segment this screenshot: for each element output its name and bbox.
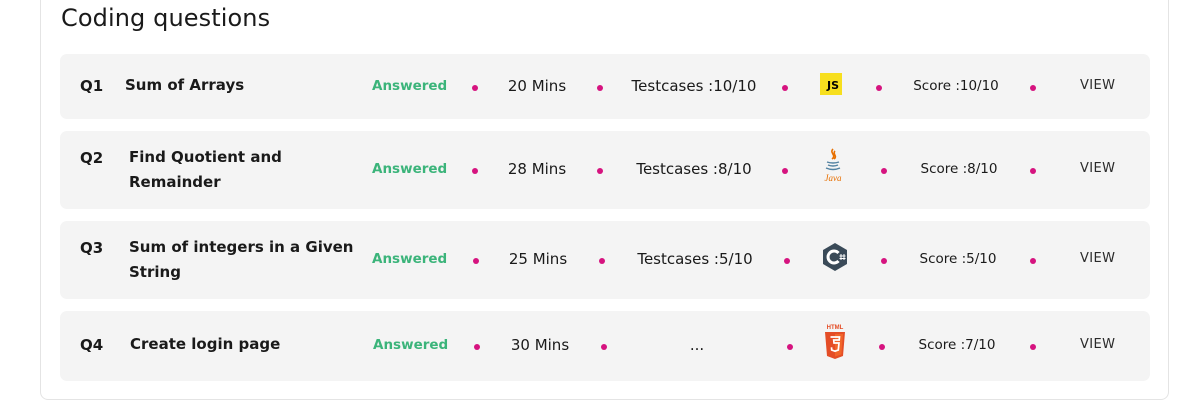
status-badge: Answered (372, 161, 448, 177)
separator-dot (1030, 258, 1036, 264)
java-wordmark: Java (825, 173, 842, 183)
separator-dot (472, 168, 478, 174)
question-row: Q4 Create login page Answered 30 Mins ..… (60, 311, 1150, 381)
separator-dot (787, 344, 793, 350)
status-badge: Answered (373, 337, 449, 353)
separator-dot (881, 168, 887, 174)
question-number: Q2 (80, 149, 104, 167)
score: Score :7/10 (918, 337, 996, 353)
question-row: Q2 Find Quotient and Remainder Answered … (60, 131, 1150, 209)
section-title: Coding questions (61, 4, 271, 32)
separator-dot (1030, 85, 1036, 91)
time-taken: 20 Mins (507, 77, 567, 95)
question-number: Q1 (80, 77, 104, 95)
separator-dot (1030, 344, 1036, 350)
question-name: Sum of integers in a Given String (129, 238, 354, 281)
html5-icon: HTML (823, 323, 847, 361)
separator-dot (879, 344, 885, 350)
separator-dot (473, 258, 479, 264)
view-button[interactable]: VIEW (1080, 78, 1115, 93)
testcases: ... (689, 336, 705, 354)
separator-dot (784, 258, 790, 264)
javascript-icon: JS (820, 73, 842, 95)
time-taken: 28 Mins (507, 160, 567, 178)
separator-dot (881, 258, 887, 264)
question-name: Find Quotient and Remainder (129, 148, 282, 191)
question-name: Create login page (130, 335, 281, 353)
testcases: Testcases :10/10 (631, 77, 757, 95)
time-taken: 30 Mins (510, 336, 570, 354)
score: Score :5/10 (919, 251, 997, 267)
status-badge: Answered (372, 251, 448, 267)
separator-dot (472, 85, 478, 91)
question-number: Q3 (80, 239, 104, 257)
view-button[interactable]: VIEW (1080, 251, 1115, 266)
separator-dot (474, 344, 480, 350)
time-taken: 25 Mins (508, 250, 568, 268)
question-row: Q1 Sum of Arrays Answered 20 Mins Testca… (60, 54, 1150, 119)
question-number: Q4 (80, 336, 104, 354)
testcases: Testcases :8/10 (636, 160, 752, 178)
separator-dot (782, 85, 788, 91)
testcases: Testcases :5/10 (637, 250, 753, 268)
separator-dot (876, 85, 882, 91)
question-row: Q3 Sum of integers in a Given String Ans… (60, 221, 1150, 299)
java-icon: Java (818, 147, 848, 187)
csharp-icon (821, 242, 849, 272)
score: Score :10/10 (913, 78, 999, 94)
view-button[interactable]: VIEW (1080, 161, 1115, 176)
separator-dot (782, 168, 788, 174)
html5-wordmark: HTML (827, 325, 844, 331)
view-button[interactable]: VIEW (1080, 337, 1115, 352)
question-name: Sum of Arrays (125, 76, 245, 94)
separator-dot (1030, 168, 1036, 174)
score: Score :8/10 (920, 161, 998, 177)
status-badge: Answered (372, 78, 448, 94)
separator-dot (597, 85, 603, 91)
separator-dot (601, 344, 607, 350)
separator-dot (597, 168, 603, 174)
separator-dot (599, 258, 605, 264)
